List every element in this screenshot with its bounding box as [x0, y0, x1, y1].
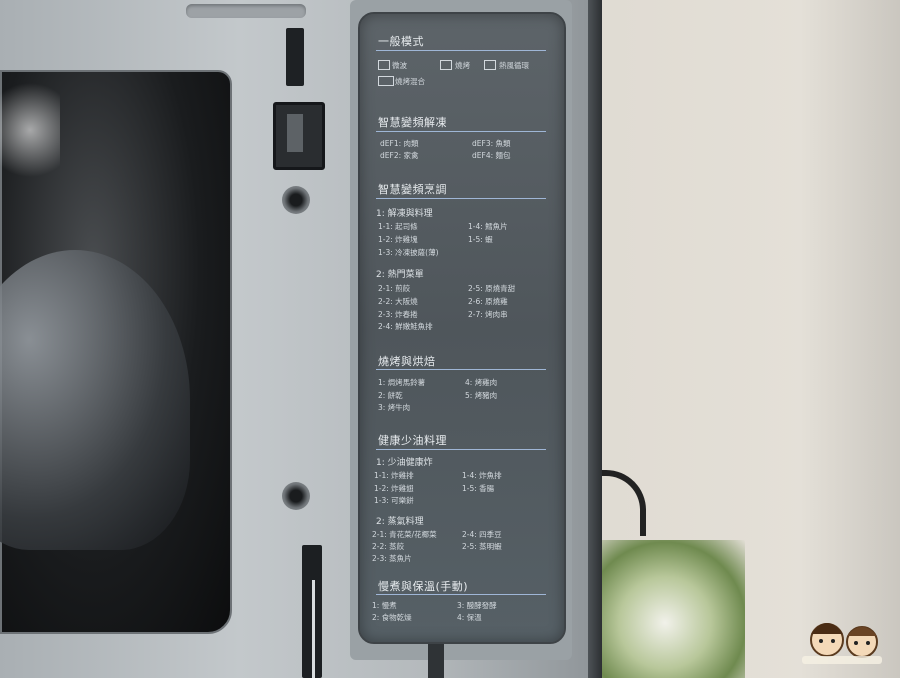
- bake-item: 5: 烤豬肉: [465, 391, 498, 400]
- section-title-general: 一般模式: [378, 35, 424, 48]
- healthy-item: 1-3: 可樂餅: [374, 496, 414, 505]
- cook-item: 1-4: 鱈魚片: [468, 222, 508, 231]
- grill-icon: [440, 60, 452, 70]
- mode-item: 熱風循環: [499, 61, 529, 70]
- window-glare: [0, 70, 60, 190]
- cook-item: 2-7: 烤肉串: [468, 310, 508, 319]
- section-title-defrost: 智慧變頻解凍: [378, 116, 447, 129]
- section-rule: [376, 131, 546, 132]
- cook-item: 2-1: 煎餃: [378, 284, 411, 293]
- cook-item: 2-2: 大阪燒: [378, 297, 418, 306]
- healthy-group-title: 1: 少油健康炸: [376, 458, 433, 468]
- healthy-group-title: 2: 蒸氣料理: [376, 517, 424, 527]
- cook-group-title: 1: 解凍與料理: [376, 209, 433, 219]
- section-rule: [376, 369, 546, 370]
- bake-item: 2: 餅乾: [378, 391, 403, 400]
- cook-item: 1-1: 起司條: [378, 222, 418, 231]
- door-groove: [186, 4, 306, 18]
- healthy-item: 1-5: 香腸: [462, 484, 495, 493]
- healthy-item: 1-1: 炸雞排: [374, 471, 414, 480]
- mode-item: 燒烤混合: [395, 77, 425, 86]
- healthy-item: 1-2: 炸雞翅: [374, 484, 414, 493]
- defrost-item: dEF2: 家禽: [380, 151, 419, 160]
- section-rule: [376, 50, 546, 51]
- healthy-item: 2-5: 蒸明蝦: [462, 542, 502, 551]
- warm-item: 4: 保溫: [457, 613, 482, 622]
- section-title-healthy: 健康少油料理: [378, 434, 447, 447]
- door-latch-inner: [287, 114, 303, 152]
- warm-item: 2: 食物乾燥: [372, 613, 412, 622]
- bake-item: 3: 烤牛肉: [378, 403, 411, 412]
- flower-plant: [585, 540, 745, 678]
- defrost-item: dEF3: 魚類: [472, 139, 511, 148]
- cook-item: 2-3: 炸春捲: [378, 310, 418, 319]
- warm-item: 3: 醱酵發酵: [457, 601, 497, 610]
- section-rule: [376, 449, 546, 450]
- microwave-icon: [378, 60, 390, 70]
- section-title-warm: 慢煮與保溫(手動): [378, 580, 469, 593]
- mode-item: 微波: [392, 61, 407, 70]
- healthy-item: 2-1: 青花菜/花椰菜: [372, 530, 437, 539]
- section-rule: [376, 198, 546, 199]
- mode-item: 燒烤: [455, 61, 470, 70]
- healthy-item: 2-2: 蒸餃: [372, 542, 405, 551]
- section-rule: [376, 594, 546, 595]
- bake-item: 1: 焗烤馬鈴薯: [378, 378, 426, 387]
- cook-item: 1-2: 炸雞塊: [378, 235, 418, 244]
- cook-group-title: 2: 熱門菜單: [376, 270, 424, 280]
- healthy-item: 1-4: 炸魚排: [462, 471, 502, 480]
- defrost-item: dEF4: 麵包: [472, 151, 511, 160]
- screw-top: [282, 186, 310, 214]
- fan-icon: [484, 60, 496, 70]
- watermark-logo: [802, 623, 882, 664]
- defrost-item: dEF1: 肉類: [380, 139, 419, 148]
- cook-item: 2-6: 原燒雞: [468, 297, 508, 306]
- section-title-cook: 智慧變頻烹調: [378, 183, 447, 196]
- wall-shadow: [800, 0, 900, 678]
- cook-item: 2-5: 原燒青甜: [468, 284, 516, 293]
- section-title-bake: 燒烤與烘焙: [378, 355, 436, 368]
- healthy-item: 2-3: 蒸魚片: [372, 554, 412, 563]
- cook-item: 1-5: 蝦: [468, 235, 493, 244]
- healthy-item: 2-4: 四季豆: [462, 530, 502, 539]
- panel-foot: [428, 640, 444, 678]
- warm-item: 1: 慢煮: [372, 601, 397, 610]
- vent-slot-top: [286, 28, 304, 86]
- screw-bottom: [282, 482, 310, 510]
- door-hook: [312, 580, 315, 678]
- combo-icon: [378, 76, 394, 86]
- cook-item: 2-4: 鮮嫩鮭魚排: [378, 322, 433, 331]
- bake-item: 4: 烤雞肉: [465, 378, 498, 387]
- oven-side-strip: [588, 0, 602, 678]
- cook-item: 1-3: 冷凍披薩(薄): [378, 248, 439, 257]
